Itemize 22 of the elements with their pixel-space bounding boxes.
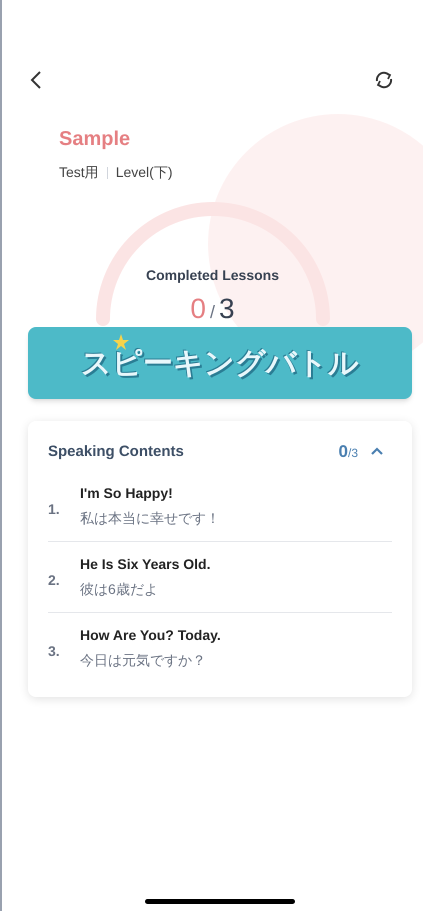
collapse-icon[interactable] xyxy=(370,447,384,456)
total-count: 3 xyxy=(219,292,235,326)
user-name: Sample xyxy=(59,127,132,152)
japanese-translation: 私は本当に幸せです！ xyxy=(80,508,220,528)
item-number: 1. xyxy=(48,500,61,519)
total-count: /3 xyxy=(348,445,358,462)
japanese-translation: 彼は6歳だよ xyxy=(80,580,159,598)
english-sentence[interactable]: He Is Six Years Old. xyxy=(80,554,210,574)
card-title: Speaking Contents xyxy=(48,442,184,462)
level-label: Level(下) xyxy=(116,163,172,182)
completed-count: 0 xyxy=(338,441,348,463)
english-sentence[interactable]: How Are You? Today. xyxy=(80,624,221,646)
separator: / xyxy=(210,301,215,324)
completed-count: 0 xyxy=(190,292,206,326)
back-icon[interactable] xyxy=(30,70,42,90)
refresh-icon[interactable] xyxy=(373,70,395,90)
course-label: Test用 xyxy=(59,163,99,182)
progress-label: Completed Lessons xyxy=(146,266,280,285)
item-number: 2. xyxy=(48,571,61,590)
english-sentence[interactable]: I'm So Happy! xyxy=(80,482,220,504)
item-number: 3. xyxy=(48,642,61,661)
japanese-translation: 今日は元気ですか？ xyxy=(80,650,207,670)
